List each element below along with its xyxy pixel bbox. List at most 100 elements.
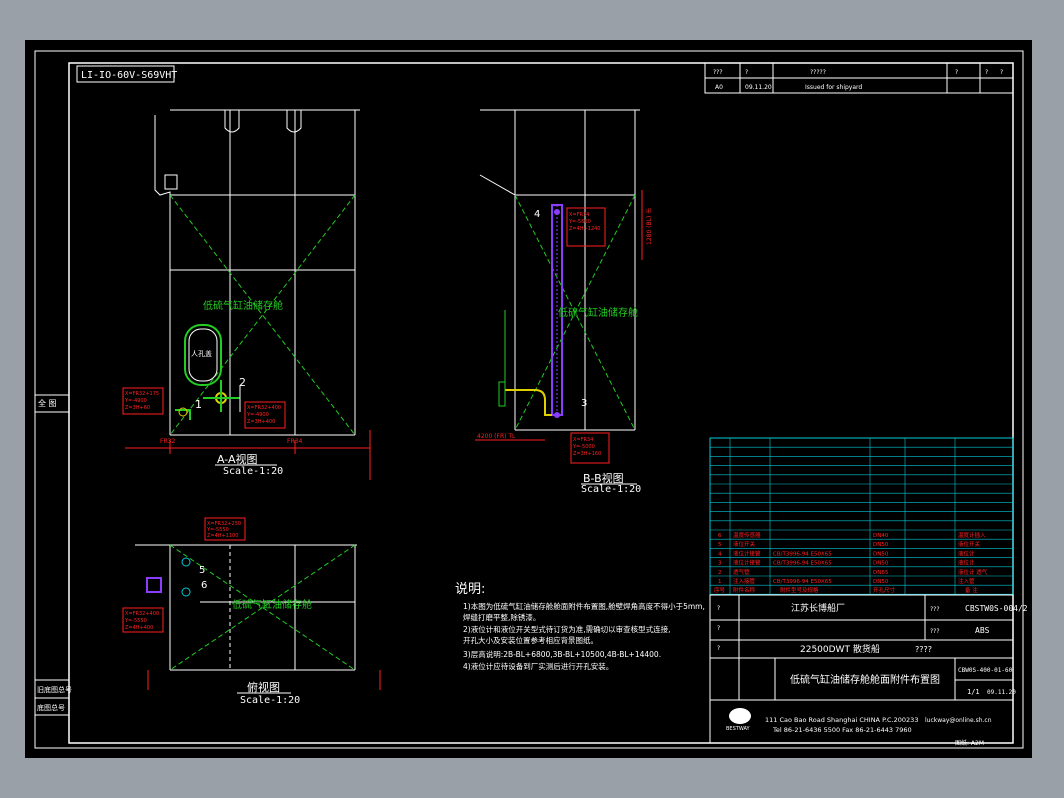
marker-5: 5 xyxy=(199,565,205,576)
parts-header: 附件名称 xyxy=(733,586,756,594)
svg-text:?: ? xyxy=(1000,69,1003,76)
marker-2: 2 xyxy=(239,376,246,389)
svg-text:X=FR32+400: X=FR32+400 xyxy=(125,611,159,617)
parts-cell: 液位计接管 xyxy=(733,549,761,557)
parts-cell: 3 xyxy=(718,561,722,567)
company-logo-text: BESTWAY xyxy=(726,726,751,732)
svg-text:?: ? xyxy=(955,69,958,76)
company-tel: Tel 86-21-6436 5500 Fax 86-21-6443 7960 xyxy=(772,726,912,734)
aa-title: A-A视图 xyxy=(217,452,258,466)
bestway-logo-icon xyxy=(729,708,751,724)
parts-cell: 液位计 透气 xyxy=(958,568,988,576)
svg-text:???: ??? xyxy=(713,69,723,76)
left-strip-label-1: 全 图 xyxy=(38,398,57,408)
svg-text:Z=3H+400: Z=3H+400 xyxy=(247,419,275,425)
parts-cell: DN50 xyxy=(873,579,889,585)
parts-header: 附件型号及规格 xyxy=(780,586,819,594)
parts-cell: 液位计 xyxy=(958,549,975,557)
left-strip-label-2: 旧底图总号 xyxy=(37,685,72,694)
marker-6: 6 xyxy=(201,580,207,591)
parts-cell: 4 xyxy=(718,551,722,557)
svg-text:X=FR32+400: X=FR32+400 xyxy=(247,405,281,411)
parts-cell: 温度传感器 xyxy=(733,531,761,539)
parts-cell: 2 xyxy=(718,570,722,576)
parts-cell: CB/T3996-94 E50X65 xyxy=(773,579,832,585)
parts-cell: 液位开关 xyxy=(733,540,756,548)
parts-cell: 6 xyxy=(718,533,722,539)
bb-scale: Scale-1:20 xyxy=(581,484,641,495)
svg-text:Y=-5600: Y=-5600 xyxy=(568,219,591,225)
svg-text:Z=3H+60: Z=3H+60 xyxy=(125,405,150,411)
view-aa: 人孔盖 低硫气缸油储存舱 1 2 X=FR32+175 Y=-4900 Z=3H… xyxy=(122,109,371,480)
svg-text:Z=3H+160: Z=3H+160 xyxy=(573,451,601,457)
note-line-5: 3)层高说明:2B-BL+6800,3B-BL+10500,4B-BL+1440… xyxy=(463,649,661,659)
svg-text:???: ??? xyxy=(930,606,940,613)
aa-frame-right: FR34 xyxy=(287,438,302,445)
parts-cell: DN65 xyxy=(873,570,889,576)
svg-text:Y=-5000: Y=-5000 xyxy=(572,444,595,450)
manhole-label: 人孔盖 xyxy=(191,349,212,358)
svg-text:?????: ????? xyxy=(810,69,826,76)
svg-text:Y=-4900: Y=-4900 xyxy=(124,398,147,404)
parts-cell: CB/T3996-94 E50X65 xyxy=(773,551,832,557)
aa-tank-label: 低硫气缸油储存舱 xyxy=(203,299,283,312)
view-bb: 低硫气缸油储存舱 4 3 X=FR34 Y=-5600 Z=4H+1240 X=… xyxy=(475,109,653,495)
sheet-number: 1/1 xyxy=(967,688,980,696)
left-strip-label-3: 底图总号 xyxy=(37,703,65,712)
parts-cell: 注入管 xyxy=(958,577,975,585)
svg-text:?: ? xyxy=(717,645,720,652)
ship-name: 22500DWT 散货船 xyxy=(800,643,880,655)
parts-cell: CB/T3996-94 E50X65 xyxy=(773,561,832,567)
parts-cell: 液位开关 xyxy=(958,540,981,548)
notes-heading: 说明: xyxy=(455,582,485,597)
aa-scale: Scale-1:20 xyxy=(223,466,283,477)
marker-3: 3 xyxy=(581,398,587,409)
note-line-2: 焊缝打磨平整,除锈漆。 xyxy=(463,612,540,622)
parts-cell: 注入接管 xyxy=(733,577,756,585)
class-society: ABS xyxy=(975,626,990,635)
note-line-4: 开孔大小及安装位置参考相应背景图纸。 xyxy=(463,635,598,645)
title-block: ? ? ? 江苏长博船厂 ??? CBSTW0S-004/2 ??? ABS 2… xyxy=(709,594,1028,744)
parts-cell: DN50 xyxy=(873,561,889,567)
svg-text:A0: A0 xyxy=(715,84,723,91)
svg-text:Z=4H+1240: Z=4H+1240 xyxy=(569,226,600,232)
shipyard-name: 江苏长博船厂 xyxy=(791,602,845,614)
plan-tank-label: 低硫气缸油储存舱 xyxy=(232,598,312,611)
parts-cell: 液位计接管 xyxy=(733,559,761,567)
bb-dim-left: 4200 (FR) TL xyxy=(477,433,516,440)
aa-frame-left: FR32 xyxy=(160,438,175,445)
plan-title: 俯视图 xyxy=(247,680,280,694)
svg-text:Y=-5550: Y=-5550 xyxy=(124,618,147,624)
drawing-number: LI-IO-60V-S69VHT xyxy=(81,70,177,81)
company-address: 111 Cao Bao Road Shanghai CHINA P.C.2002… xyxy=(765,716,918,724)
parts-header: 序号 xyxy=(714,586,726,594)
parts-header: 开孔尺寸 xyxy=(873,586,896,594)
svg-text:Z=4H+1100: Z=4H+1100 xyxy=(207,533,238,539)
notes: 说明: 1)本图为低硫气缸油储存舱舱面附件布置图,舱壁焊角高度不得小于5mm, … xyxy=(455,582,705,671)
view-plan: 5 6 低硫气缸油储存舱 X=FR32+250 Y=-5550 Z=4H+110… xyxy=(122,517,381,706)
cad-drawing: 全 图 旧底图总号 底图总号 LI-IO-60V-S69VHT 人孔盖 低硫气缸… xyxy=(34,50,1028,749)
sheet-size: 图纸: A2M xyxy=(955,739,984,747)
parts-cell: 1 xyxy=(718,579,722,585)
parts-header: 备 注 xyxy=(965,586,978,594)
svg-text:?: ? xyxy=(745,69,748,76)
bb-tank-label: 低硫气缸油储存舱 xyxy=(558,306,638,319)
note-line-3: 2)液位计和液位开关型式待订货为准,需确切以审查核型式连接, xyxy=(463,624,670,634)
svg-text:X=FR34: X=FR34 xyxy=(569,212,589,218)
drawing-title: 低硫气缸油储存舱舱面附件布置图 xyxy=(790,673,940,686)
svg-text:????: ???? xyxy=(915,645,932,654)
parts-cell: 温度计插入 xyxy=(958,531,986,539)
svg-text:?: ? xyxy=(985,69,988,76)
drawing-code: CBW0S-400-01-60 xyxy=(958,667,1013,674)
svg-text:X=FR34: X=FR34 xyxy=(573,437,593,443)
marker-4: 4 xyxy=(534,209,540,220)
parts-table: 6 温度传感器 DN40 温度计插入 5 液位开关 DN50 液位开关 4 液位计接管 CB/T39… xyxy=(709,437,1014,595)
svg-text:Y=-4900: Y=-4900 xyxy=(246,412,269,418)
parts-cell: 透气管 xyxy=(733,568,750,576)
svg-text:X=FR32+175: X=FR32+175 xyxy=(125,391,159,397)
note-line-6: 4)液位计应待设备到厂实测后进行开孔安装。 xyxy=(463,661,613,671)
company-email: luckway@online.sh.cn xyxy=(925,717,992,724)
svg-text:?: ? xyxy=(717,605,720,612)
bb-dim-right: 1280 (BL) 长 xyxy=(645,208,653,245)
svg-text:Z=4H+400: Z=4H+400 xyxy=(125,625,153,631)
